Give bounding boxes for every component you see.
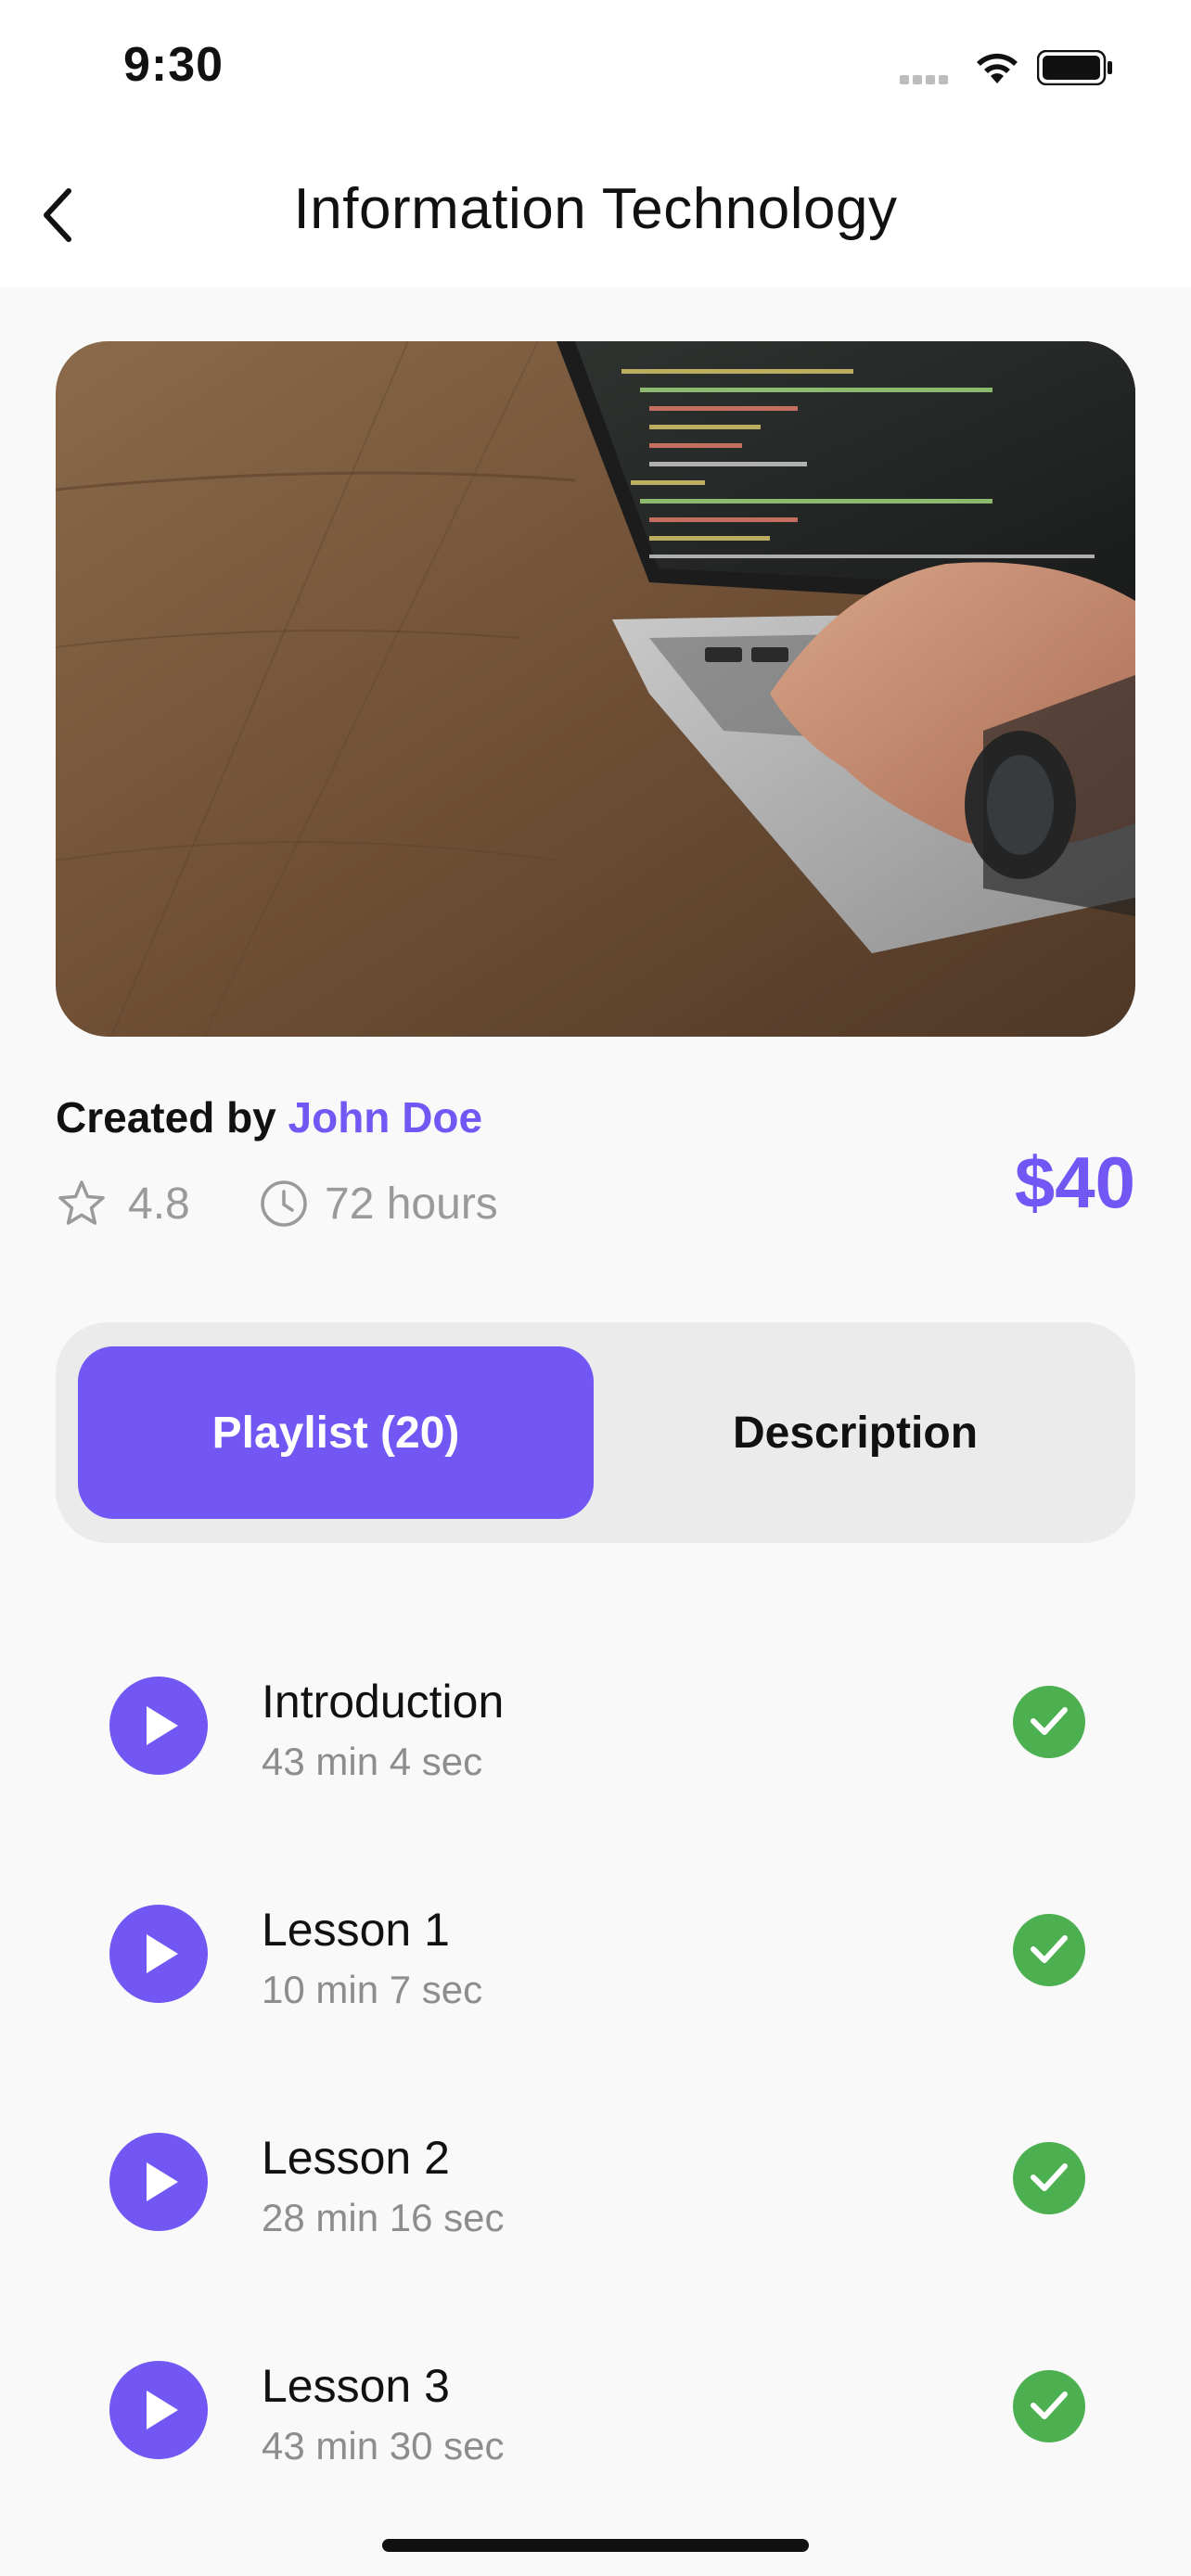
lesson-title: Lesson 3 [262, 2360, 450, 2412]
play-icon [147, 2391, 178, 2429]
list-item[interactable]: Lesson 1 10 min 7 sec [56, 1862, 1135, 2047]
page-title: Information Technology [293, 177, 898, 241]
list-item[interactable]: Introduction 43 min 4 sec [56, 1634, 1135, 1819]
tab-bar: Playlist (20) Description [56, 1322, 1135, 1543]
check-icon [1013, 1686, 1085, 1758]
author-name[interactable]: John Doe [288, 1093, 483, 1141]
lesson-duration: 43 min 4 sec [262, 1740, 483, 1783]
lesson-duration: 43 min 30 sec [262, 2424, 505, 2468]
play-button[interactable] [109, 1677, 208, 1775]
wifi-icon [972, 46, 1022, 90]
check-icon [1013, 1914, 1085, 1986]
play-icon [147, 1934, 178, 1973]
rating: 4.8 [56, 1178, 190, 1230]
clock-icon [261, 1180, 307, 1227]
star-icon [58, 1180, 105, 1225]
check-icon [1013, 2370, 1085, 2442]
battery-icon [1036, 49, 1115, 90]
lesson-duration: 28 min 16 sec [262, 2196, 505, 2239]
play-button[interactable] [109, 2361, 208, 2459]
created-by-label: Created by [56, 1093, 276, 1141]
created-by: Created by John Doe [56, 1092, 482, 1142]
lesson-title: Lesson 1 [262, 1904, 450, 1956]
lesson-title: Lesson 2 [262, 2132, 450, 2184]
cellular-signal-icon [900, 72, 952, 89]
home-indicator[interactable] [382, 2539, 809, 2552]
check-icon [1013, 2142, 1085, 2214]
duration: 72 hours [258, 1178, 498, 1230]
course-hero-image [56, 341, 1135, 1037]
tab-playlist[interactable]: Playlist (20) [78, 1346, 594, 1519]
rating-value: 4.8 [128, 1179, 190, 1229]
status-bar: 9:30 [0, 0, 1191, 130]
status-time: 9:30 [123, 38, 224, 92]
play-button[interactable] [109, 1905, 208, 2003]
duration-value: 72 hours [325, 1179, 498, 1229]
list-item[interactable]: Lesson 3 43 min 30 sec [56, 2318, 1135, 2504]
tab-description[interactable]: Description [597, 1346, 1113, 1519]
header: Information Technology [0, 130, 1191, 287]
lesson-title: Introduction [262, 1676, 505, 1728]
course-price: $40 [1014, 1141, 1135, 1223]
play-icon [147, 2162, 178, 2201]
lesson-duration: 10 min 7 sec [262, 1968, 483, 2011]
play-button[interactable] [109, 2133, 208, 2231]
play-icon [147, 1706, 178, 1745]
list-item[interactable]: Lesson 2 28 min 16 sec [56, 2090, 1135, 2276]
